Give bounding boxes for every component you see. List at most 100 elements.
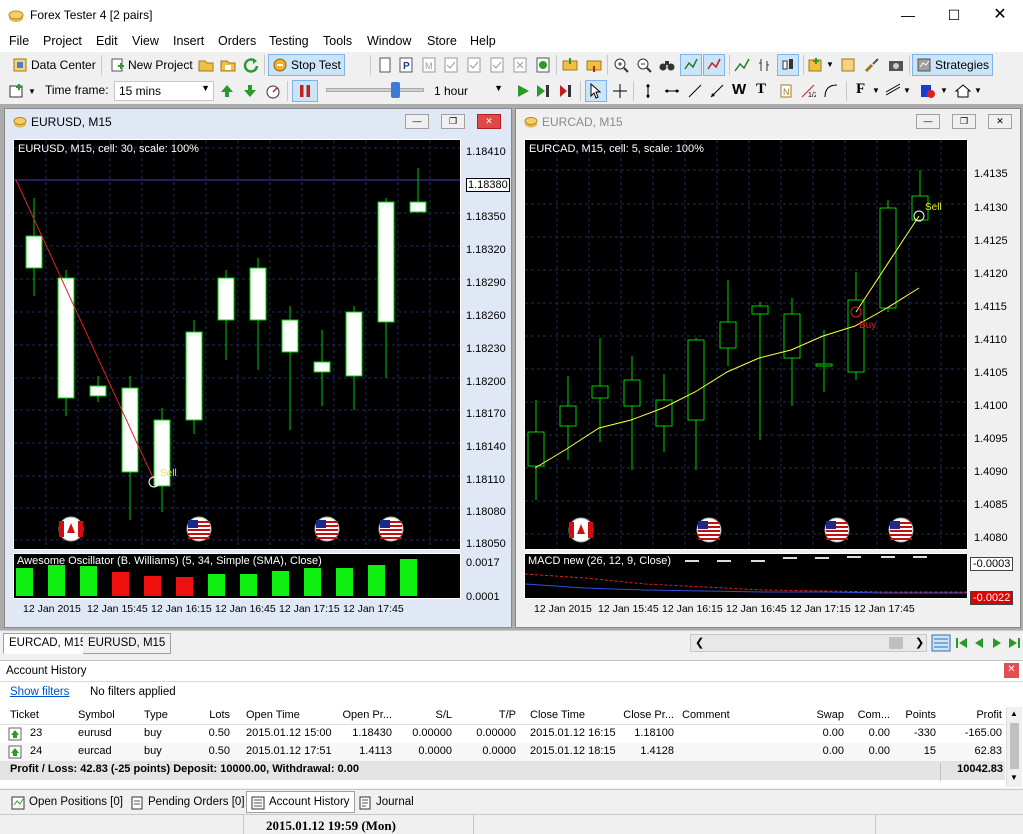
dropdown-arrow-icon[interactable]: ▼ xyxy=(826,60,834,69)
step-forward-icon[interactable] xyxy=(535,83,551,99)
bar-chart-icon[interactable] xyxy=(757,57,773,73)
prev-chart-icon[interactable] xyxy=(973,636,985,650)
scroll-down-icon[interactable]: ▼ xyxy=(1010,773,1018,782)
eurcad-macd-panel[interactable]: MACD new (26, 12, 9, Close) xyxy=(524,553,968,599)
eurusd-chart-titlebar[interactable]: EURUSD, M15 — ❐ ✕ xyxy=(5,109,511,133)
binoculars-icon[interactable] xyxy=(659,57,675,73)
fibonacci-icon[interactable]: N xyxy=(778,83,794,99)
chart-minimize-icon[interactable]: — xyxy=(405,114,429,129)
font-icon[interactable]: F xyxy=(856,81,865,98)
tab-journal[interactable]: Journal xyxy=(353,791,419,813)
table-row[interactable]: 24 eurcad buy 0.50 2015.01.12 17:51 1.4113 0.0… xyxy=(0,743,1005,761)
speed-select[interactable]: 1 hour ▼ xyxy=(429,81,507,101)
column-header[interactable]: Close Time xyxy=(530,709,585,721)
speed-gauge-icon[interactable] xyxy=(265,83,281,99)
color-icon[interactable] xyxy=(920,83,936,99)
color-dropdown-icon[interactable]: ▼ xyxy=(940,86,948,95)
minimize-icon[interactable]: — xyxy=(885,0,931,30)
menu-tools[interactable]: Tools xyxy=(323,34,352,48)
line-style-icon[interactable] xyxy=(885,83,901,99)
page-icon[interactable] xyxy=(377,57,393,73)
menu-insert[interactable]: Insert xyxy=(173,34,204,48)
tab-eurcad[interactable]: EURCAD, M15 xyxy=(3,633,93,654)
tab-pending-orders[interactable]: Pending Orders [0] xyxy=(125,791,250,813)
page-dollar-icon[interactable] xyxy=(535,57,551,73)
line-chart-icon[interactable] xyxy=(734,57,750,73)
zoom-in-icon[interactable] xyxy=(613,57,629,73)
scroll-up-icon[interactable]: ▲ xyxy=(1010,709,1018,718)
column-header[interactable]: Type xyxy=(144,709,168,721)
page-check3-icon[interactable] xyxy=(489,57,505,73)
column-header[interactable]: Close Pr... xyxy=(620,709,674,721)
page-x-icon[interactable] xyxy=(512,57,528,73)
buy-icon[interactable] xyxy=(562,57,578,73)
table-scroll-thumb[interactable] xyxy=(1010,723,1019,769)
insert-indicator-icon[interactable] xyxy=(808,57,824,73)
menu-project[interactable]: Project xyxy=(43,34,82,48)
scroll-left-icon[interactable]: ❮ xyxy=(695,636,704,649)
chart-scrollbar[interactable]: ❮ ❯ xyxy=(690,634,927,652)
menu-help[interactable]: Help xyxy=(470,34,496,48)
table-scrollbar[interactable]: ▲ ▼ xyxy=(1006,707,1022,787)
column-header[interactable]: Comment xyxy=(682,709,730,721)
menu-file[interactable]: File xyxy=(9,34,29,48)
eurcad-price-chart[interactable]: Sell Buy EURCAD, M15, cell: 5, scale: 100… xyxy=(524,139,968,550)
chart-minimize-icon[interactable]: — xyxy=(916,114,940,129)
fib-levels-icon[interactable]: 1/2 xyxy=(800,83,816,99)
add-chart-icon[interactable] xyxy=(9,83,25,99)
show-filters-link[interactable]: Show filters xyxy=(10,686,69,698)
refresh-icon[interactable] xyxy=(243,57,259,73)
strategies-button[interactable]: Strategies xyxy=(912,54,994,76)
chart-restore-icon[interactable]: ❐ xyxy=(952,114,976,129)
table-row[interactable]: 23 eurusd buy 0.50 2015.01.12 15:00 1.18430 0.… xyxy=(0,725,1005,743)
chart-restore-icon[interactable]: ❐ xyxy=(441,114,465,129)
pitchfork-icon[interactable]: W xyxy=(732,81,746,98)
page-check-icon[interactable] xyxy=(443,57,459,73)
play-icon[interactable] xyxy=(515,83,531,99)
next-chart-icon[interactable] xyxy=(991,636,1003,650)
column-header[interactable]: Open Time xyxy=(246,709,300,721)
zoom-out-icon[interactable] xyxy=(636,57,652,73)
data-center-button[interactable]: Data Center xyxy=(8,54,100,76)
maximize-icon[interactable]: ☐ xyxy=(931,0,977,30)
column-header[interactable]: Ticket xyxy=(10,709,39,721)
eurusd-oscillator-panel[interactable]: Awesome Oscillator (B. Williams) (5, 34,… xyxy=(13,553,461,599)
eurusd-price-chart[interactable]: Sell EURUSD, M15, cell: 30, scale: 100% xyxy=(13,139,461,550)
column-header[interactable]: Symbol xyxy=(78,709,115,721)
last-chart-icon[interactable] xyxy=(1007,636,1021,650)
column-header[interactable]: Open Pr... xyxy=(330,709,392,721)
home-icon[interactable] xyxy=(955,83,971,99)
line-style-dropdown-icon[interactable]: ▼ xyxy=(903,86,911,95)
menu-store[interactable]: Store xyxy=(427,34,457,48)
column-header[interactable]: T/P xyxy=(462,709,516,721)
page-check2-icon[interactable] xyxy=(466,57,482,73)
trend-line-icon[interactable] xyxy=(687,83,703,99)
column-header[interactable]: Com... xyxy=(850,709,890,721)
new-project-button[interactable]: New Project xyxy=(105,54,197,76)
home-dropdown-icon[interactable]: ▼ xyxy=(974,86,982,95)
tile-windows-icon[interactable] xyxy=(931,634,951,652)
vertical-line-icon[interactable] xyxy=(640,83,656,99)
column-header[interactable]: Lots xyxy=(190,709,230,721)
chart-close-icon[interactable]: ✕ xyxy=(477,114,501,129)
sell-icon[interactable] xyxy=(586,57,602,73)
crosshair-icon[interactable] xyxy=(612,83,628,99)
scroll-thumb[interactable] xyxy=(889,637,903,649)
arc-icon[interactable] xyxy=(823,83,839,99)
step-orders-icon[interactable] xyxy=(557,83,573,99)
ray-icon[interactable] xyxy=(709,83,725,99)
camera-icon[interactable] xyxy=(888,57,904,73)
step-down-icon[interactable] xyxy=(242,83,258,99)
column-header[interactable]: S/L xyxy=(400,709,452,721)
column-header[interactable]: Points xyxy=(894,709,936,721)
tab-open-positions[interactable]: Open Positions [0] xyxy=(6,791,128,813)
menu-orders[interactable]: Orders xyxy=(218,34,256,48)
tab-account-history[interactable]: Account History xyxy=(246,791,355,813)
add-chart-dropdown-icon[interactable]: ▼ xyxy=(28,87,36,96)
chart-close-icon[interactable]: ✕ xyxy=(988,114,1012,129)
close-icon[interactable]: ✕ xyxy=(977,0,1023,30)
menu-view[interactable]: View xyxy=(132,34,159,48)
menu-testing[interactable]: Testing xyxy=(269,34,309,48)
column-header[interactable]: Swap xyxy=(800,709,844,721)
stop-test-button[interactable]: Stop Test xyxy=(268,54,345,76)
